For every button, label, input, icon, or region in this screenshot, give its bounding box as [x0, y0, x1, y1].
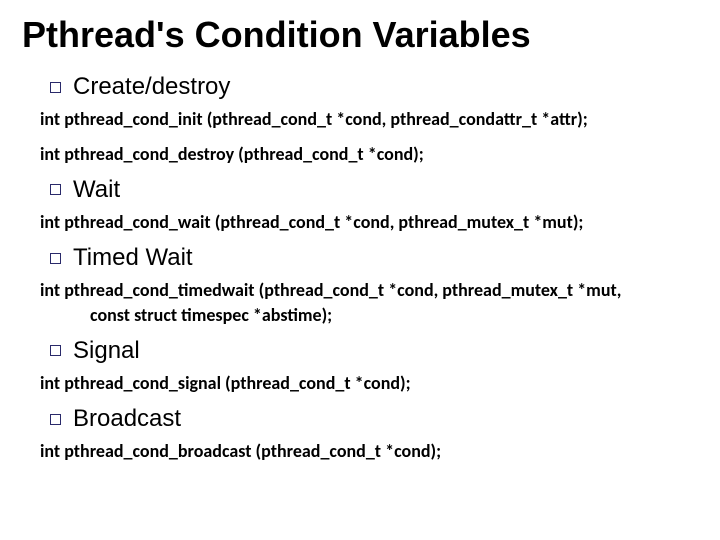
section-label: Signal — [73, 337, 140, 365]
bullet-icon — [50, 345, 61, 356]
slide-title: Pthread's Condition Variables — [22, 14, 698, 55]
section-label: Broadcast — [73, 405, 181, 433]
section-create-destroy: Create/destroy — [50, 73, 698, 101]
section-broadcast: Broadcast — [50, 405, 698, 433]
section-label: Timed Wait — [73, 244, 193, 272]
bullet-icon — [50, 414, 61, 425]
code-text-continuation: const struct timespec *abstime); — [40, 303, 698, 327]
bullet-icon — [50, 184, 61, 195]
code-line: int pthread_cond_broadcast (pthread_cond… — [40, 439, 698, 463]
code-line: int pthread_cond_timedwait (pthread_cond… — [40, 278, 698, 327]
section-wait: Wait — [50, 176, 698, 204]
section-timed-wait: Timed Wait — [50, 244, 698, 272]
section-signal: Signal — [50, 337, 698, 365]
bullet-icon — [50, 82, 61, 93]
code-text: int pthread_cond_timedwait (pthread_cond… — [40, 279, 621, 301]
bullet-icon — [50, 253, 61, 264]
section-label: Wait — [73, 176, 120, 204]
code-line: int pthread_cond_destroy (pthread_cond_t… — [40, 142, 698, 166]
section-label: Create/destroy — [73, 73, 230, 101]
code-line: int pthread_cond_signal (pthread_cond_t … — [40, 371, 698, 395]
code-line: int pthread_cond_init (pthread_cond_t *c… — [40, 107, 698, 131]
slide: Pthread's Condition Variables Create/des… — [0, 0, 720, 540]
code-line: int pthread_cond_wait (pthread_cond_t *c… — [40, 210, 698, 234]
